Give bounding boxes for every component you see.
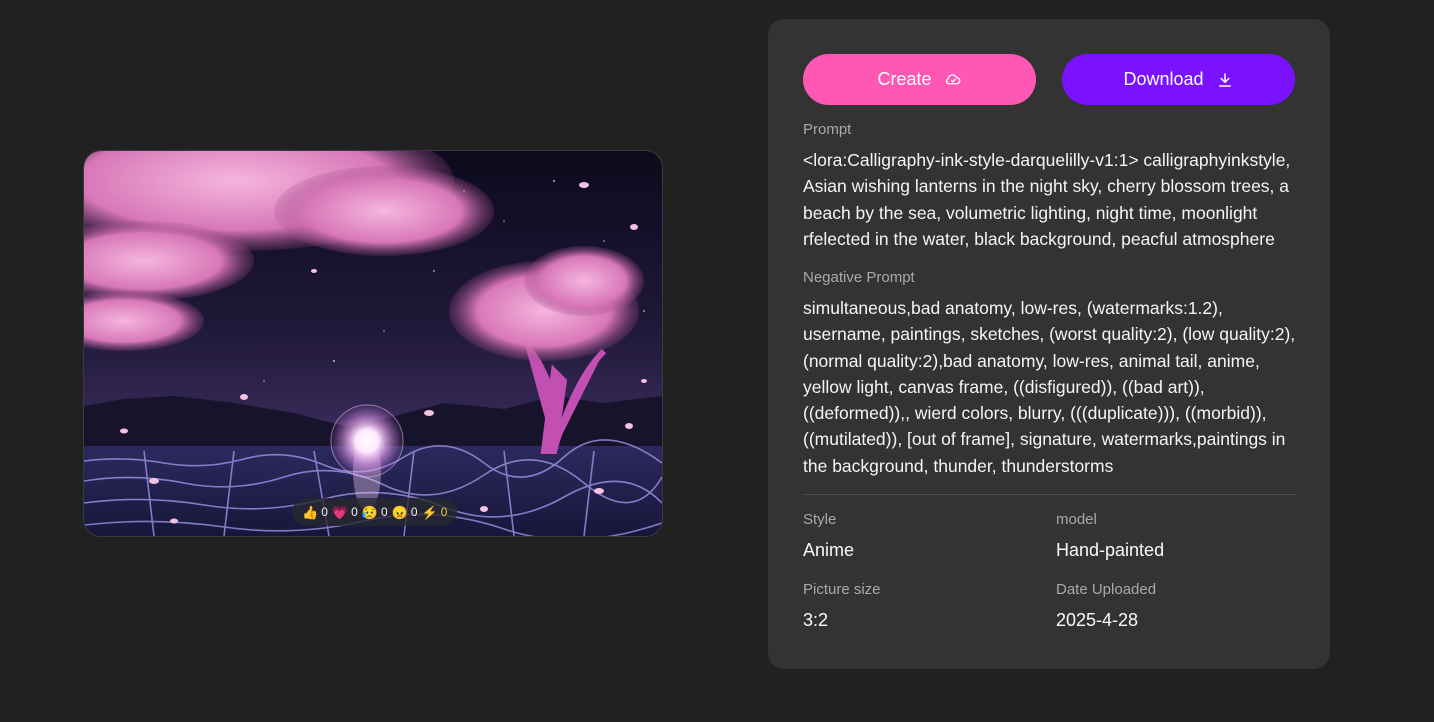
negative-prompt-text: simultaneous,bad anatomy, low-res, (wate… bbox=[803, 298, 1296, 476]
picture-size-value: 3:2 bbox=[803, 610, 829, 630]
details-panel: Create Download Prompt <lora:Calligraphy… bbox=[768, 19, 1330, 669]
download-button[interactable]: Download bbox=[1062, 54, 1295, 105]
reaction-thumbs-up[interactable]: 👍 0 bbox=[302, 505, 328, 519]
negative-prompt-label: Negative Prompt bbox=[803, 269, 915, 286]
prompt-text: <lora:Calligraphy-ink-style-darquelilly-… bbox=[803, 150, 1291, 249]
reaction-count: 0 bbox=[321, 505, 328, 519]
lightning-icon: ⚡ bbox=[421, 504, 438, 520]
picture-size-label: Picture size bbox=[803, 581, 881, 598]
reaction-angry[interactable]: 😠 0 bbox=[392, 505, 418, 519]
create-button[interactable]: Create bbox=[803, 54, 1036, 105]
style-value: Anime bbox=[803, 540, 855, 560]
date-uploaded-label: Date Uploaded bbox=[1056, 581, 1157, 598]
artwork-image-card[interactable]: 👍 0 💗 0 😥 0 😠 0 ⚡ 0 bbox=[83, 150, 663, 537]
reaction-heart[interactable]: 💗 0 bbox=[332, 505, 358, 519]
divider bbox=[803, 494, 1295, 495]
reaction-count: 0 bbox=[380, 505, 388, 519]
download-icon bbox=[1218, 72, 1231, 87]
model-value: Hand-painted bbox=[1056, 540, 1165, 560]
create-button-label: Create bbox=[877, 69, 932, 89]
heart-icon: 💗 bbox=[331, 504, 349, 520]
date-uploaded-value: 2025-4-28 bbox=[1056, 610, 1139, 630]
reaction-bar: 👍 0 💗 0 😥 0 😠 0 ⚡ 0 bbox=[292, 498, 458, 526]
reaction-count: 0 bbox=[410, 505, 418, 519]
download-button-label: Download bbox=[1123, 69, 1204, 89]
artwork-image bbox=[84, 151, 662, 536]
reaction-lightning[interactable]: ⚡ 0 bbox=[422, 505, 448, 519]
angry-face-icon: 😠 bbox=[391, 504, 408, 520]
thumbs-up-icon: 👍 bbox=[302, 504, 319, 520]
reaction-count: 0 bbox=[440, 505, 448, 519]
prompt-label: Prompt bbox=[803, 121, 852, 138]
reaction-count: 0 bbox=[351, 505, 358, 519]
style-label: Style bbox=[803, 511, 837, 528]
model-label: model bbox=[1056, 511, 1097, 528]
cloud-sparkle-icon bbox=[945, 73, 960, 84]
sad-face-icon: 😥 bbox=[361, 504, 378, 520]
reaction-sad[interactable]: 😥 0 bbox=[362, 505, 388, 519]
